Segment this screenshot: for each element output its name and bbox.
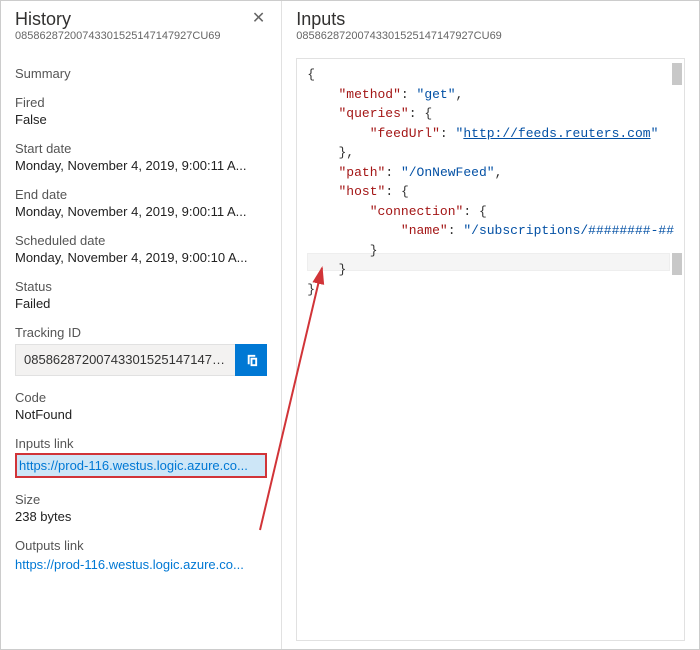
status-value: Failed: [15, 296, 267, 311]
json-name-val: /subscriptions/########-##: [471, 223, 674, 238]
json-method: get: [424, 87, 447, 102]
end-date-label: End date: [15, 187, 267, 202]
start-date-label: Start date: [15, 141, 267, 156]
cursor-line: [307, 253, 670, 271]
close-icon[interactable]: ✕: [250, 9, 267, 29]
history-panel: History 08586287200743301525147147927CU6…: [1, 1, 282, 649]
json-path-key: path: [346, 165, 377, 180]
tracking-id-field[interactable]: 085862872007433015251471479...: [15, 344, 235, 376]
scheduled-date-label: Scheduled date: [15, 233, 267, 248]
json-feedurl-val: http://feeds.reuters.com: [463, 126, 650, 141]
summary-heading: Summary: [15, 66, 267, 81]
copy-icon: [244, 353, 259, 368]
fired-label: Fired: [15, 95, 267, 110]
inputs-link[interactable]: https://prod-116.westus.logic.azure.co..…: [15, 453, 267, 478]
json-host-key: host: [346, 184, 377, 199]
json-connection-key: connection: [378, 204, 456, 219]
size-value: 238 bytes: [15, 509, 267, 524]
json-feedurl-key: feedUrl: [378, 126, 433, 141]
inputs-panel: Inputs 08586287200743301525147147927CU69…: [282, 1, 699, 649]
copy-button[interactable]: [235, 344, 267, 376]
json-viewer[interactable]: { "method": "get", "queries": { "feedUrl…: [296, 58, 685, 641]
scheduled-date-value: Monday, November 4, 2019, 9:00:10 A...: [15, 250, 267, 265]
json-name-key: name: [409, 223, 440, 238]
inputs-run-id: 08586287200743301525147147927CU69: [296, 30, 685, 42]
fired-value: False: [15, 112, 267, 127]
inputs-title: Inputs: [296, 9, 685, 30]
code-value: NotFound: [15, 407, 267, 422]
outputs-link-label: Outputs link: [15, 538, 267, 553]
inputs-link-label: Inputs link: [15, 436, 267, 451]
code-label: Code: [15, 390, 267, 405]
status-label: Status: [15, 279, 267, 294]
json-queries-key: queries: [346, 106, 401, 121]
json-content[interactable]: { "method": "get", "queries": { "feedUrl…: [297, 59, 684, 640]
history-title: History: [15, 9, 221, 30]
start-date-value: Monday, November 4, 2019, 9:00:11 A...: [15, 158, 267, 173]
end-date-value: Monday, November 4, 2019, 9:00:11 A...: [15, 204, 267, 219]
size-label: Size: [15, 492, 267, 507]
tracking-id-label: Tracking ID: [15, 325, 267, 340]
history-run-id: 08586287200743301525147147927CU69: [15, 30, 221, 42]
outputs-link[interactable]: https://prod-116.westus.logic.azure.co..…: [15, 555, 267, 574]
scrollbar-thumb-lower[interactable]: [672, 253, 682, 275]
scrollbar-thumb[interactable]: [672, 63, 682, 85]
json-path-val: /OnNewFeed: [409, 165, 487, 180]
